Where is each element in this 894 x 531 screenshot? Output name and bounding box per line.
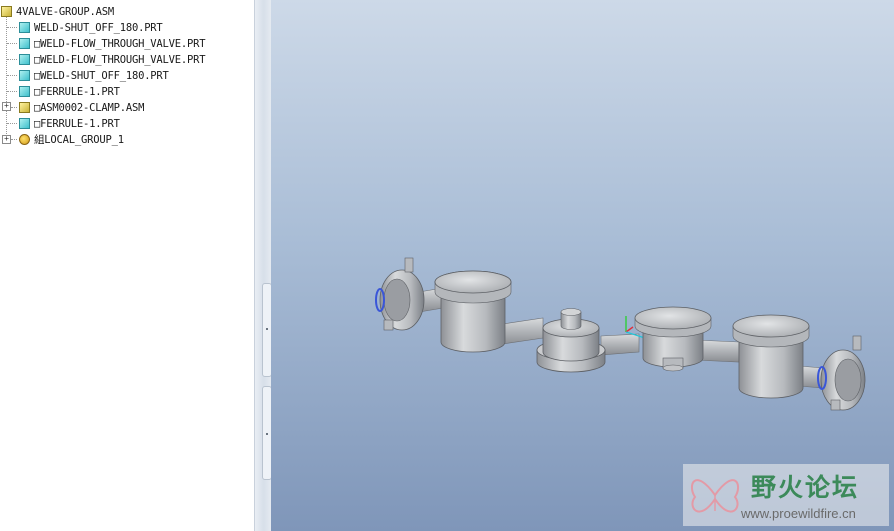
valve-body-shutoff: [536, 308, 606, 373]
tree-root-item[interactable]: 4VALVE-GROUP.ASM: [1, 4, 114, 19]
tree-item[interactable]: WELD-SHUT_OFF_180.PRT: [19, 20, 163, 35]
clamp-left: [375, 257, 425, 331]
tree-connector: [11, 139, 17, 140]
tree-item-label: □FERRULE-1.PRT: [34, 85, 120, 98]
tree-item[interactable]: 組LOCAL_GROUP_1: [19, 132, 124, 147]
part-icon: [19, 22, 30, 33]
watermark-title: 野火论坛: [751, 473, 860, 502]
assembly-icon: [1, 6, 12, 17]
tree-item-label: □FERRULE-1.PRT: [34, 117, 120, 130]
part-icon: [19, 118, 30, 129]
tree-item-label: 組LOCAL_GROUP_1: [34, 134, 124, 146]
valve-assembly-model: [375, 257, 866, 411]
tree-connector: [7, 123, 17, 124]
expand-toggle-icon[interactable]: +: [2, 135, 11, 144]
tree-item[interactable]: □WELD-FLOW_THROUGH_VALVE.PRT: [19, 36, 206, 51]
tree-item-label: □WELD-SHUT_OFF_180.PRT: [34, 69, 169, 82]
tree-connector: [7, 75, 17, 76]
clamp-right: [817, 335, 866, 411]
tree-connector: [7, 91, 17, 92]
valve-body-3: [732, 314, 810, 399]
part-icon: [19, 86, 30, 97]
part-icon: [19, 54, 30, 65]
part-icon: [19, 70, 30, 81]
valve-body-2: [634, 306, 712, 372]
valve-body-1: [434, 270, 512, 353]
group-icon: [19, 134, 30, 145]
tree-item[interactable]: □WELD-SHUT_OFF_180.PRT: [19, 68, 169, 83]
watermark-url: www.proewildfire.cn: [741, 506, 856, 521]
butterfly-logo-icon: [690, 479, 740, 513]
tree-item-label: WELD-SHUT_OFF_180.PRT: [34, 21, 163, 34]
tree-item[interactable]: □WELD-FLOW_THROUGH_VALVE.PRT: [19, 52, 206, 67]
grip-dot-icon: [266, 328, 268, 330]
part-icon: [19, 38, 30, 49]
tree-item[interactable]: □ASM0002-CLAMP.ASM: [19, 100, 144, 115]
tree-item-label: □WELD-FLOW_THROUGH_VALVE.PRT: [34, 53, 206, 66]
tree-item[interactable]: □FERRULE-1.PRT: [19, 116, 120, 131]
forum-watermark: 野火论坛 www.proewildfire.cn: [683, 464, 889, 526]
grip-dot-icon: [266, 433, 268, 435]
tree-item-label: □ASM0002-CLAMP.ASM: [34, 101, 145, 114]
tree-item-label: □WELD-FLOW_THROUGH_VALVE.PRT: [34, 37, 206, 50]
graphics-viewport[interactable]: [271, 0, 894, 531]
tree-connector: [7, 27, 17, 28]
tree-connector: [7, 43, 17, 44]
panel-splitter[interactable]: [254, 0, 272, 531]
expand-toggle-icon[interactable]: +: [2, 102, 11, 111]
tree-item[interactable]: □FERRULE-1.PRT: [19, 84, 120, 99]
tree-connector: [6, 15, 7, 140]
model-tree-panel: 4VALVE-GROUP.ASM WELD-SHUT_OFF_180.PRT □…: [0, 0, 254, 531]
tree-connector: [7, 59, 17, 60]
tree-root-label: 4VALVE-GROUP.ASM: [16, 5, 114, 18]
assembly-icon: [19, 102, 30, 113]
tree-connector: [11, 107, 17, 108]
